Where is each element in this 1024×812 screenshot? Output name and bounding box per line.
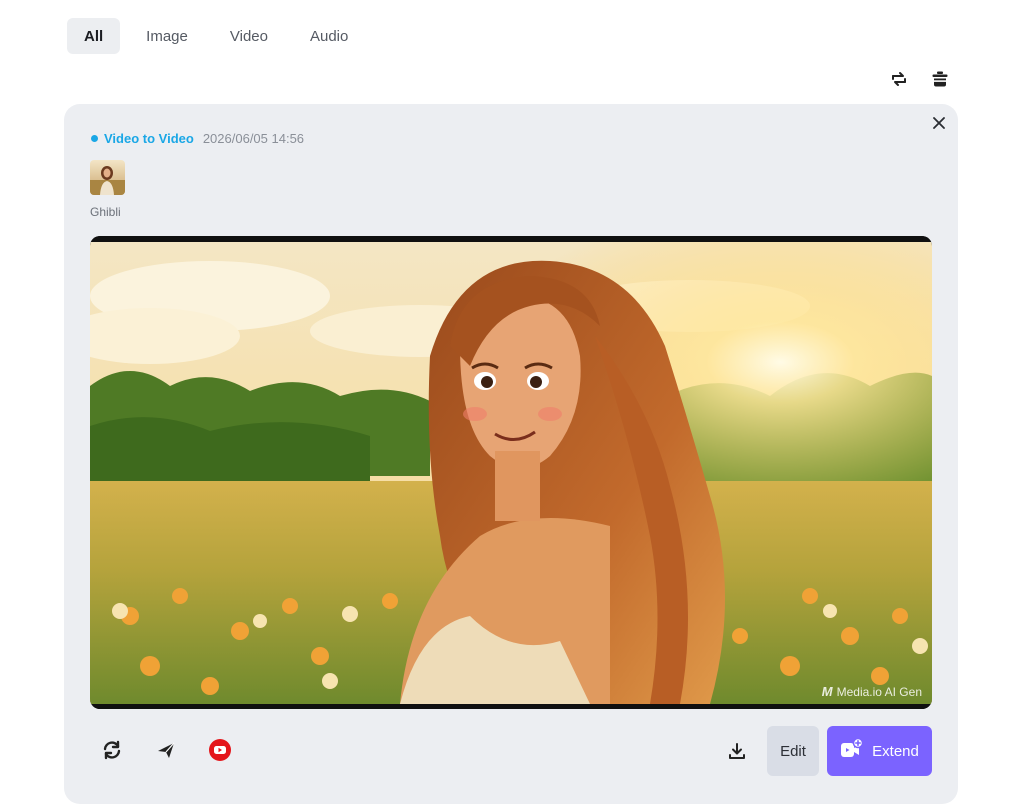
- watermark: M Media.io AI Gen: [822, 684, 922, 699]
- regenerate-icon[interactable]: [100, 738, 124, 762]
- send-icon[interactable]: [154, 738, 178, 762]
- tab-audio[interactable]: Audio: [293, 18, 365, 54]
- trash-icon[interactable]: [929, 68, 951, 90]
- generation-timestamp: 2026/06/05 14:56: [202, 131, 305, 146]
- swap-arrows-icon[interactable]: [888, 68, 910, 90]
- extend-button-label: Extend: [872, 742, 919, 760]
- reference-thumbnail[interactable]: [90, 160, 125, 195]
- generation-card: Video to Video 2026/06/05 14:56 Ghibli M…: [64, 104, 958, 804]
- generation-type-label: Video to Video: [104, 131, 194, 146]
- tab-image[interactable]: Image: [129, 18, 205, 54]
- tab-all[interactable]: All: [67, 18, 121, 54]
- youtube-icon[interactable]: [208, 738, 232, 762]
- extend-video-icon: [840, 737, 864, 764]
- watermark-text: Media.io AI Gen: [836, 684, 922, 699]
- top-actions: [888, 68, 951, 90]
- extend-button[interactable]: Extend: [827, 726, 932, 776]
- media-type-tabs: All Image Video Audio: [67, 18, 373, 54]
- edit-button-label: Edit: [780, 742, 806, 760]
- download-icon[interactable]: [726, 740, 748, 762]
- status-dot: [91, 135, 98, 142]
- style-label: Ghibli: [90, 205, 121, 219]
- video-preview[interactable]: M Media.io AI Gen: [90, 236, 932, 709]
- watermark-logo: M: [821, 684, 833, 699]
- edit-button[interactable]: Edit: [767, 726, 819, 776]
- tab-video[interactable]: Video: [213, 18, 285, 54]
- video-frame-image: [90, 236, 932, 709]
- card-secondary-actions: [100, 738, 232, 762]
- close-icon[interactable]: [930, 114, 948, 132]
- generation-meta: Video to Video 2026/06/05 14:56: [91, 131, 304, 146]
